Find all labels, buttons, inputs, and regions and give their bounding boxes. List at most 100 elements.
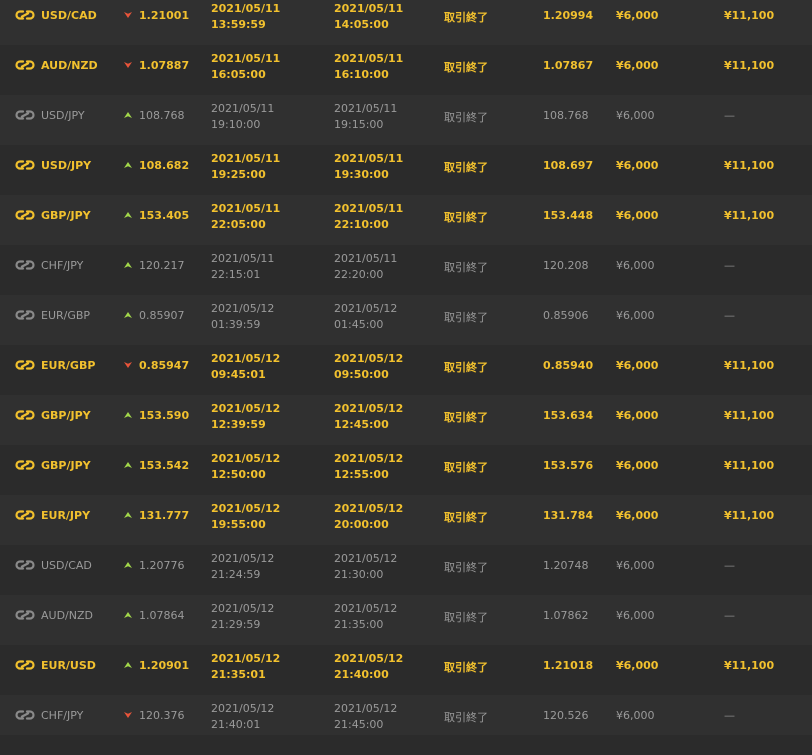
expiry-date: 2021/05/11 xyxy=(334,52,404,65)
expiry-time: 09:50:00 xyxy=(334,368,389,381)
entry-date: 2021/05/11 xyxy=(211,252,275,265)
payout-amount: ¥11,100 xyxy=(724,659,775,672)
expiry-date: 2021/05/12 xyxy=(334,302,398,315)
expiry-date: 2021/05/11 xyxy=(334,152,404,165)
expiry-date: 2021/05/12 xyxy=(334,502,404,515)
table-row[interactable]: USD/JPY 108.768 2021/05/11 19:10:00 2021/05/… xyxy=(0,95,812,145)
expiry-time: 19:15:00 xyxy=(334,118,384,131)
entry-time: 12:50:00 xyxy=(211,468,266,481)
expiry-datetime: 2021/05/11 19:30:00 xyxy=(334,151,403,183)
entry-date: 2021/05/12 xyxy=(211,702,275,715)
status-badge: 取引終了 xyxy=(444,11,488,24)
payout-amount: — xyxy=(724,259,735,272)
entry-date: 2021/05/12 xyxy=(211,602,275,615)
link-chain-icon xyxy=(14,607,36,623)
entry-date: 2021/05/12 xyxy=(211,452,281,465)
entry-time: 21:29:59 xyxy=(211,618,261,631)
expiry-datetime: 2021/05/11 14:05:00 xyxy=(334,1,403,33)
payout-amount: ¥11,100 xyxy=(724,409,775,422)
strike-price: 0.85947 xyxy=(139,359,190,372)
asset-name: CHF/JPY xyxy=(41,259,84,272)
strike-price: 0.85907 xyxy=(139,309,185,322)
strike-price: 1.07887 xyxy=(139,59,190,72)
expiry-date: 2021/05/12 xyxy=(334,702,398,715)
entry-date: 2021/05/12 xyxy=(211,302,275,315)
table-row[interactable]: CHF/JPY 120.376 2021/05/12 21:40:01 2021/05/… xyxy=(0,695,812,735)
expiry-datetime: 2021/05/12 12:55:00 xyxy=(334,451,403,483)
asset-name: EUR/JPY xyxy=(41,509,91,522)
entry-datetime: 2021/05/11 16:05:00 xyxy=(211,51,280,83)
status-badge: 取引終了 xyxy=(444,461,488,474)
strike-price: 1.20776 xyxy=(139,559,185,572)
expiry-time: 19:30:00 xyxy=(334,168,389,181)
strike-price: 1.20901 xyxy=(139,659,190,672)
strike-price: 1.21001 xyxy=(139,9,190,22)
link-chain-icon xyxy=(14,157,36,173)
asset-name: EUR/GBP xyxy=(41,309,91,322)
trade-amount: ¥6,000 xyxy=(616,509,659,522)
table-row[interactable]: EUR/JPY 131.777 2021/05/12 19:55:00 2021/05/… xyxy=(0,495,812,545)
expiry-datetime: 2021/05/12 21:30:00 xyxy=(334,551,397,583)
payout-amount: ¥11,100 xyxy=(724,359,775,372)
payout-amount: ¥11,100 xyxy=(724,209,775,222)
payout-amount: ¥11,100 xyxy=(724,159,775,172)
expiry-datetime: 2021/05/12 20:00:00 xyxy=(334,501,403,533)
link-chain-icon xyxy=(14,557,36,573)
table-row[interactable]: CHF/JPY 120.217 2021/05/11 22:15:01 2021/05/… xyxy=(0,245,812,295)
status-badge: 取引終了 xyxy=(444,411,488,424)
arrow-up-icon xyxy=(123,210,133,220)
trade-amount: ¥6,000 xyxy=(616,9,659,22)
table-row[interactable]: GBP/JPY 153.542 2021/05/12 12:50:00 2021/05/… xyxy=(0,445,812,495)
strike-price: 153.405 xyxy=(139,209,190,222)
arrow-down-icon xyxy=(123,10,133,20)
table-row[interactable]: USD/CAD 1.20776 2021/05/12 21:24:59 2021/05/… xyxy=(0,545,812,595)
entry-date: 2021/05/11 xyxy=(211,202,281,215)
arrow-down-icon xyxy=(123,360,133,370)
expiry-date: 2021/05/11 xyxy=(334,252,398,265)
payout-amount: — xyxy=(724,559,735,572)
table-row[interactable]: USD/CAD 1.21001 2021/05/11 13:59:59 2021/05/… xyxy=(0,0,812,45)
trade-amount: ¥6,000 xyxy=(616,159,659,172)
table-row[interactable]: AUD/NZD 1.07864 2021/05/12 21:29:59 2021/05/… xyxy=(0,595,812,645)
table-row[interactable]: EUR/GBP 0.85907 2021/05/12 01:39:59 2021/05/… xyxy=(0,295,812,345)
entry-datetime: 2021/05/12 01:39:59 xyxy=(211,301,274,333)
table-row[interactable]: GBP/JPY 153.590 2021/05/12 12:39:59 2021/05/… xyxy=(0,395,812,445)
trade-amount: ¥6,000 xyxy=(616,559,655,572)
expiry-date: 2021/05/12 xyxy=(334,652,404,665)
entry-time: 12:39:59 xyxy=(211,418,266,431)
strike-price: 153.542 xyxy=(139,459,190,472)
strike-price: 131.777 xyxy=(139,509,190,522)
link-chain-icon xyxy=(14,57,36,73)
entry-time: 19:55:00 xyxy=(211,518,266,531)
entry-datetime: 2021/05/11 22:15:01 xyxy=(211,251,274,283)
expiry-time: 22:10:00 xyxy=(334,218,389,231)
expiry-date: 2021/05/12 xyxy=(334,402,404,415)
table-row[interactable]: EUR/GBP 0.85947 2021/05/12 09:45:01 2021/05/… xyxy=(0,345,812,395)
expiry-datetime: 2021/05/12 21:40:00 xyxy=(334,651,403,683)
entry-time: 09:45:01 xyxy=(211,368,266,381)
table-row[interactable]: GBP/JPY 153.405 2021/05/11 22:05:00 2021/05/… xyxy=(0,195,812,245)
entry-time: 01:39:59 xyxy=(211,318,261,331)
strike-price: 108.682 xyxy=(139,159,190,172)
entry-datetime: 2021/05/12 12:50:00 xyxy=(211,451,280,483)
asset-name: EUR/GBP xyxy=(41,359,96,372)
entry-datetime: 2021/05/11 22:05:00 xyxy=(211,201,280,233)
entry-time: 21:35:01 xyxy=(211,668,266,681)
table-row[interactable]: USD/JPY 108.682 2021/05/11 19:25:00 2021/05/… xyxy=(0,145,812,195)
status-badge: 取引終了 xyxy=(444,561,488,574)
link-chain-icon xyxy=(14,257,36,273)
entry-time: 19:10:00 xyxy=(211,118,261,131)
asset-name: USD/CAD xyxy=(41,9,97,22)
trade-amount: ¥6,000 xyxy=(616,109,655,122)
expiry-time: 14:05:00 xyxy=(334,18,389,31)
entry-date: 2021/05/12 xyxy=(211,402,281,415)
table-row[interactable]: EUR/USD 1.20901 2021/05/12 21:35:01 2021/05/… xyxy=(0,645,812,695)
trade-amount: ¥6,000 xyxy=(616,209,659,222)
entry-date: 2021/05/12 xyxy=(211,652,281,665)
close-price: 153.576 xyxy=(543,459,594,472)
table-row[interactable]: AUD/NZD 1.07887 2021/05/11 16:05:00 2021/05/… xyxy=(0,45,812,95)
entry-date: 2021/05/11 xyxy=(211,52,281,65)
arrow-up-icon xyxy=(123,410,133,420)
expiry-date: 2021/05/11 xyxy=(334,102,398,115)
expiry-datetime: 2021/05/12 21:45:00 xyxy=(334,701,397,733)
